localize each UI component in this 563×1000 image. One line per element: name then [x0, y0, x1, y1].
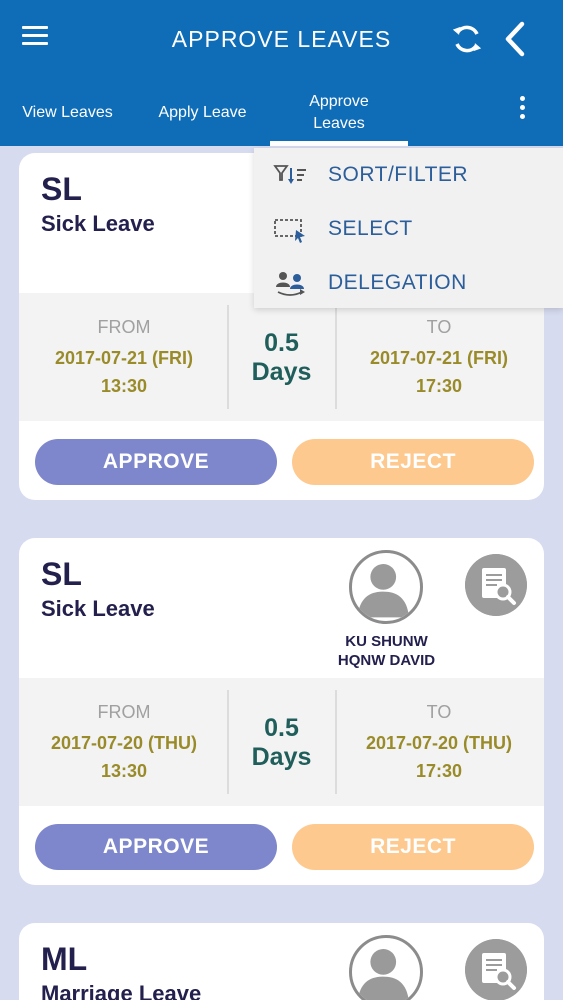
leave-code: SL: [41, 556, 82, 592]
document-search-icon[interactable]: [465, 554, 527, 616]
to-block: TO 2017-07-21 (FRI) 17:30: [334, 317, 544, 400]
menu-item-select[interactable]: SELECT: [254, 202, 563, 256]
employee-name-line1: KU SHUNW: [345, 633, 428, 650]
leave-type: Sick Leave: [41, 211, 155, 236]
delegation-icon: [276, 272, 305, 296]
approve-button[interactable]: APPROVE: [35, 824, 277, 870]
from-date: 2017-07-20 (THU): [50, 733, 198, 753]
duration-value: 0.5: [264, 329, 299, 357]
document-search-icon[interactable]: [465, 939, 527, 1000]
leave-code: ML: [41, 941, 88, 977]
from-label: FROM: [97, 317, 151, 337]
tab-approve-leaves-line2: Leaves: [313, 115, 365, 132]
app-header: APPROVE LEAVES View Leaves Apply Leave A…: [0, 0, 563, 146]
overflow-menu: SORT/FILTER SELECT DELEGATION: [254, 148, 563, 308]
to-date: 2017-07-20 (THU): [365, 733, 513, 753]
leave-period: FROM 2017-07-20 (THU) 13:30 0.5 Days TO …: [19, 678, 544, 806]
leave-type: Sick Leave: [41, 596, 155, 621]
refresh-icon[interactable]: [450, 22, 484, 56]
tab-bar: View Leaves Apply Leave Approve Leaves: [0, 80, 563, 146]
to-date: 2017-07-21 (FRI): [369, 348, 509, 368]
menu-item-label: SELECT: [328, 217, 413, 240]
select-icon: [274, 219, 305, 243]
approve-button[interactable]: APPROVE: [35, 439, 277, 485]
tab-approve-leaves-line1: Approve: [309, 93, 369, 110]
from-date: 2017-07-21 (FRI): [54, 348, 194, 368]
tab-approve-leaves[interactable]: Approve Leaves: [270, 80, 408, 146]
duration: 0.5 Days: [229, 329, 334, 387]
duration-unit: Days: [251, 358, 312, 386]
from-time: 13:30: [100, 376, 148, 396]
avatar: [349, 935, 423, 1000]
tab-view-leaves[interactable]: View Leaves: [10, 80, 125, 146]
menu-item-label: SORT/FILTER: [328, 163, 469, 186]
menu-item-sort-filter[interactable]: SORT/FILTER: [254, 148, 563, 202]
menu-item-label: DELEGATION: [328, 271, 467, 294]
from-block: FROM 2017-07-21 (FRI) 13:30: [19, 317, 229, 400]
employee-name: KU SHUNW HQNW DAVID: [309, 632, 464, 670]
avatar: [349, 550, 423, 624]
reject-button[interactable]: REJECT: [292, 824, 534, 870]
duration-unit: Days: [251, 743, 312, 771]
overflow-menu-icon[interactable]: [514, 96, 530, 124]
to-time: 17:30: [415, 761, 463, 781]
menu-item-delegation[interactable]: DELEGATION: [254, 256, 563, 310]
duration: 0.5 Days: [229, 714, 334, 772]
to-label: TO: [426, 317, 452, 337]
to-time: 17:30: [415, 376, 463, 396]
duration-value: 0.5: [264, 714, 299, 742]
from-time: 13:30: [100, 761, 148, 781]
chevron-left-icon[interactable]: [502, 20, 528, 58]
leave-card: ML Marriage Leave: [19, 923, 544, 1000]
employee-name-line2: HQNW DAVID: [337, 652, 436, 669]
from-label: FROM: [97, 702, 151, 722]
reject-button[interactable]: REJECT: [292, 439, 534, 485]
sort-filter-icon: [273, 165, 306, 184]
to-block: TO 2017-07-20 (THU) 17:30: [334, 702, 544, 785]
leave-card: SL Sick Leave KU SHUNW HQNW DAVID FROM 2…: [19, 538, 544, 885]
from-block: FROM 2017-07-20 (THU) 13:30: [19, 702, 229, 785]
leave-code: SL: [41, 171, 82, 207]
to-label: TO: [426, 702, 452, 722]
tab-apply-leave[interactable]: Apply Leave: [145, 80, 260, 146]
leave-type: Marriage Leave: [41, 981, 202, 1000]
leave-period: FROM 2017-07-21 (FRI) 13:30 0.5 Days TO …: [19, 293, 544, 421]
